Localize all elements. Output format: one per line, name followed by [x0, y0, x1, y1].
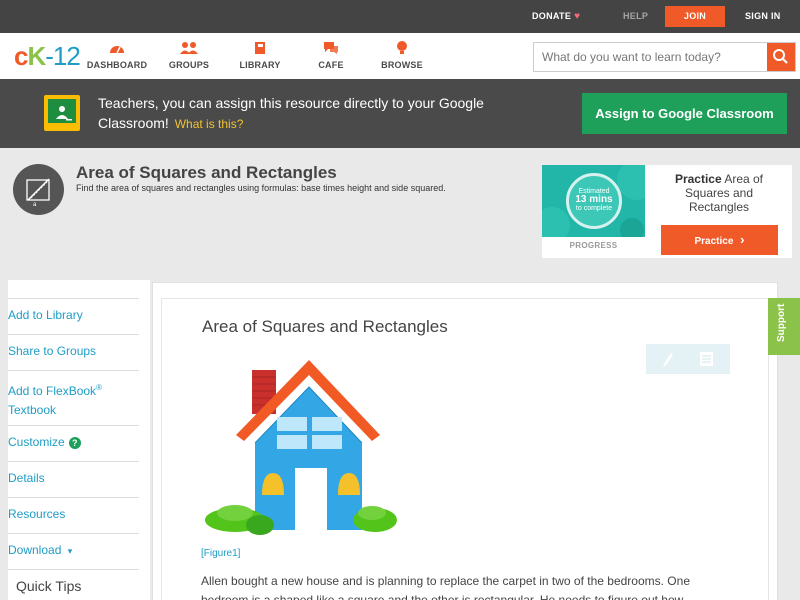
- heart-icon: ♥: [574, 11, 581, 22]
- house-illustration: [205, 360, 397, 535]
- sign-in-link[interactable]: SIGN IN: [745, 0, 781, 33]
- groups-icon: [180, 42, 198, 54]
- content-title: Area of Squares and Rectangles: [202, 317, 448, 336]
- support-label: Support: [776, 303, 787, 342]
- estimate-badge: Estimated 13 mins to complete: [566, 173, 622, 229]
- support-tab[interactable]: Support: [768, 298, 800, 355]
- concept-icon: a: [13, 164, 64, 215]
- quick-tips-heading[interactable]: Quick Tips: [16, 578, 81, 594]
- nav-cafe[interactable]: CAFE: [296, 39, 366, 70]
- add-to-flexbook-link[interactable]: Add to FlexBook® Textbook: [8, 378, 130, 420]
- donate-link[interactable]: DONATE ♥: [532, 0, 580, 33]
- practice-title: Practice Area of Squares and Rectangles: [660, 172, 778, 214]
- help-icon[interactable]: ?: [68, 437, 81, 449]
- pencil-icon[interactable]: [663, 353, 673, 367]
- customize-link[interactable]: Customize?: [8, 433, 130, 452]
- registered-mark: ®: [96, 383, 102, 392]
- practice-image: Estimated 13 mins to complete: [542, 165, 645, 237]
- banner-message: Teachers, you can assign this resource d…: [98, 93, 518, 134]
- nav-library[interactable]: LIBRARY: [225, 39, 295, 70]
- svg-text:a: a: [33, 202, 37, 208]
- main-nav: cK-12 DASHBOARD GROUPS LIBRARY CAFE BROW…: [0, 33, 800, 79]
- estimate-mins: 13 mins: [575, 194, 613, 205]
- download-label: Download: [8, 543, 62, 557]
- banner-text: Teachers, you can assign this resource d…: [98, 95, 484, 131]
- add-flexbook-label: Add to FlexBook: [8, 384, 97, 398]
- assign-google-classroom-button[interactable]: Assign to Google Classroom: [582, 93, 787, 134]
- search-input[interactable]: [534, 43, 768, 71]
- nav-groups[interactable]: GROUPS: [154, 39, 224, 70]
- what-is-this-link[interactable]: What is this?: [175, 117, 244, 131]
- divider: [8, 298, 139, 299]
- divider: [8, 497, 139, 498]
- divider: [8, 334, 139, 335]
- practice-title-bold: Practice: [674, 172, 722, 186]
- caret-down-icon: ▾: [67, 546, 73, 556]
- search-button[interactable]: [767, 43, 795, 71]
- add-to-library-link[interactable]: Add to Library: [8, 306, 130, 325]
- nav-cafe-label: CAFE: [318, 60, 344, 70]
- cafe-icon: [324, 42, 338, 54]
- notes-icon[interactable]: [700, 352, 713, 366]
- divider: [8, 533, 139, 534]
- nav-dashboard-label: DASHBOARD: [86, 60, 148, 70]
- practice-card: Estimated 13 mins to complete PROGRESS P…: [542, 165, 792, 258]
- ck12-logo[interactable]: cK-12: [14, 41, 81, 72]
- google-classroom-banner: Teachers, you can assign this resource d…: [0, 79, 800, 148]
- search-box: [533, 42, 796, 72]
- share-to-groups-link[interactable]: Share to Groups: [8, 342, 130, 361]
- content-tools: [646, 344, 730, 374]
- concept-title: Area of Squares and Rectangles: [76, 163, 337, 182]
- google-classroom-icon: [44, 95, 80, 131]
- figure-label[interactable]: [Figure1]: [201, 548, 240, 559]
- resources-link[interactable]: Resources: [8, 505, 130, 524]
- library-icon: [255, 42, 265, 54]
- nav-dashboard[interactable]: DASHBOARD: [82, 39, 152, 70]
- dashboard-icon: [110, 46, 124, 54]
- details-link[interactable]: Details: [8, 469, 130, 488]
- estimate-complete: to complete: [575, 205, 613, 212]
- content-paragraph: Allen bought a new house and is planning…: [201, 574, 690, 600]
- nav-library-label: LIBRARY: [239, 60, 281, 70]
- join-button[interactable]: JOIN: [665, 6, 725, 27]
- donate-label: DONATE: [532, 11, 572, 21]
- practice-button[interactable]: Practice ›: [661, 225, 778, 255]
- divider: [8, 425, 139, 426]
- divider: [8, 461, 139, 462]
- download-link[interactable]: Download ▾: [8, 541, 130, 561]
- nav-browse-label: BROWSE: [381, 60, 423, 70]
- search-icon: [773, 49, 788, 64]
- concept-description: Find the area of squares and rectangles …: [76, 183, 446, 193]
- nav-groups-label: GROUPS: [168, 60, 210, 70]
- divider: [8, 569, 139, 570]
- chevron-right-icon: ›: [740, 232, 745, 247]
- nav-browse[interactable]: BROWSE: [367, 39, 437, 70]
- top-bar: DONATE ♥ HELP JOIN SIGN IN: [0, 0, 800, 33]
- practice-button-label: Practice: [694, 236, 734, 247]
- help-link[interactable]: HELP: [623, 0, 648, 33]
- progress-label: PROGRESS: [569, 241, 618, 250]
- divider: [8, 370, 139, 371]
- customize-label: Customize: [8, 435, 65, 449]
- browse-icon: [397, 41, 407, 54]
- textbook-label: Textbook: [8, 403, 57, 417]
